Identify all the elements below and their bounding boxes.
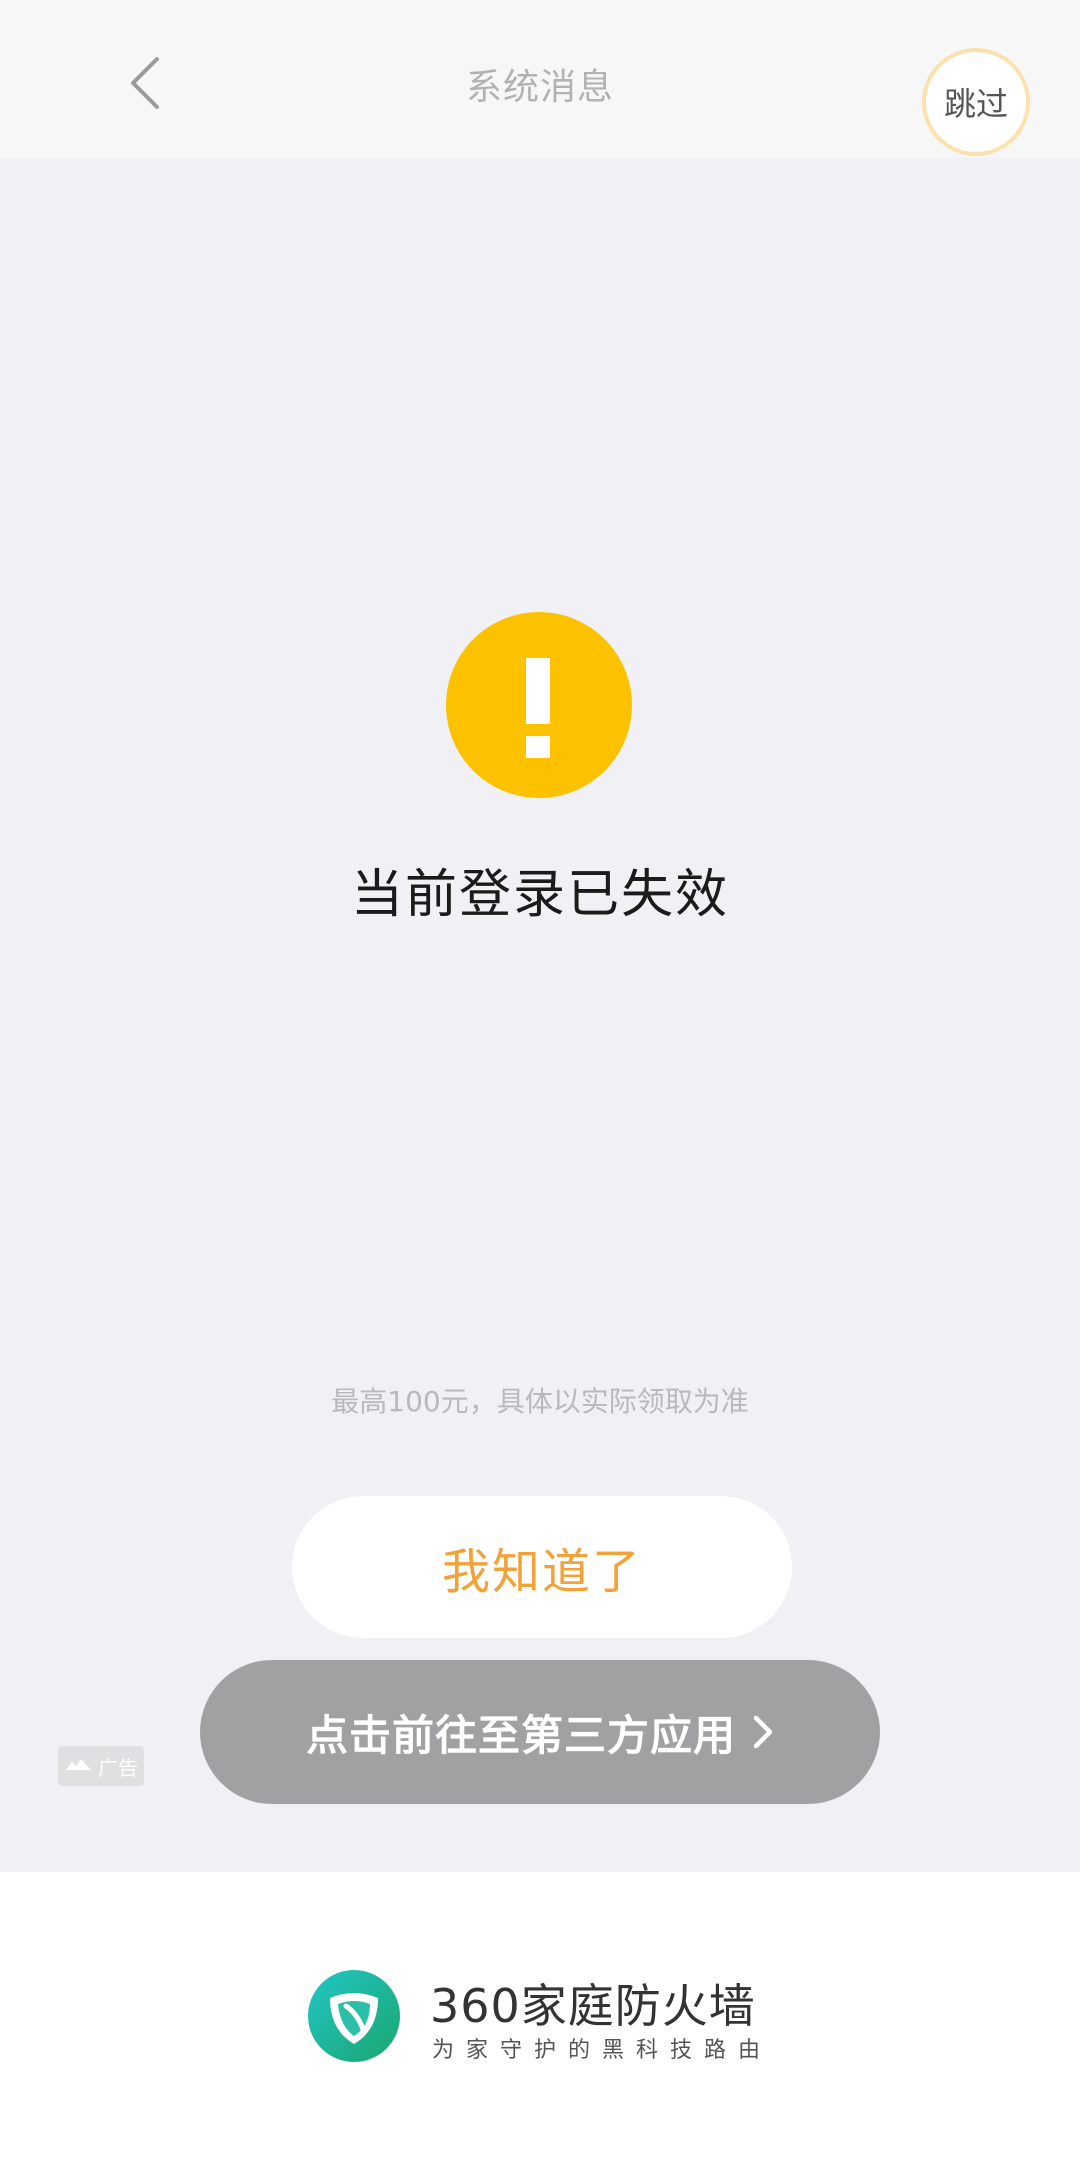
brand-name: 360家庭防火墙 [430,1979,756,2033]
exclamation-bar [526,658,550,724]
disclaimer-text: 最高100元，具体以实际领取为准 [331,1385,749,1418]
cloud-icon [64,1756,94,1776]
exclamation-dot [526,736,550,758]
third-party-app-label: 点击前往至第三方应用 [305,1710,736,1760]
top-bar: 系统消息 跳过 [0,0,1080,158]
screen: 系统消息 跳过 当前登录已失效 最高100元，具体以实际领取为准 我知道了 广告… [0,0,1080,2160]
ad-badge-label: 广告 [98,1755,138,1780]
footer-brand: 360家庭防火墙 为家守护的黑科技路由 [0,1872,1080,2160]
alert-message: 当前登录已失效 [350,865,729,925]
shield-logo-icon [306,1968,402,2064]
page-title: 系统消息 [465,67,614,108]
ad-badge: 广告 [58,1746,144,1786]
exclamation-icon [446,612,632,798]
skip-button[interactable]: 跳过 [922,48,1030,156]
third-party-app-button[interactable]: 点击前往至第三方应用 [200,1660,880,1804]
chevron-right-icon [752,1714,774,1750]
brand-tagline: 为家守护的黑科技路由 [432,2038,773,2063]
ok-button[interactable]: 我知道了 [292,1496,792,1638]
